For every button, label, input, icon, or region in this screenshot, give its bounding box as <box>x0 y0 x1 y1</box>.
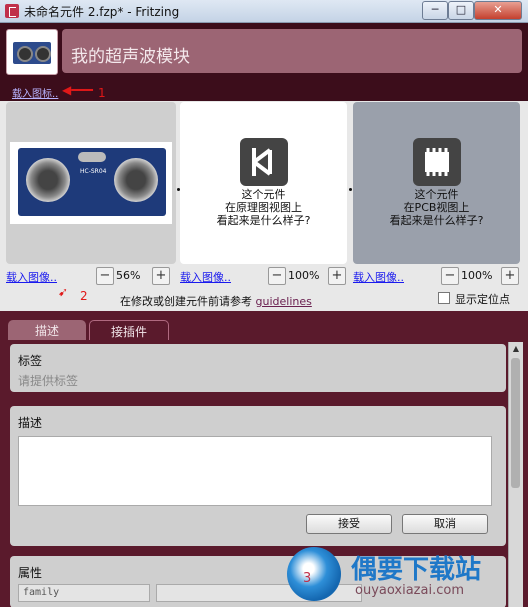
title-bar: 未命名元件 2.fzp* - Fritzing ─ □ ✕ <box>0 0 528 23</box>
description-textarea[interactable] <box>18 436 492 506</box>
tags-section: 标签 请提供标签 <box>10 344 506 392</box>
annotation-number-1: 1 <box>98 86 106 100</box>
breadboard-load-image-link[interactable]: 载入图像.. <box>6 269 57 285</box>
zoom-level: 100% <box>461 269 493 282</box>
part-header: 我的超声波模块 载入图标.. ◀━━━ 1 <box>0 23 528 101</box>
pcb-icon <box>413 138 461 186</box>
zoom-in-button[interactable]: + <box>152 267 170 285</box>
accept-button[interactable]: 接受 <box>306 514 392 534</box>
description-label: 描述 <box>18 416 43 430</box>
show-anchor-label: 显示定位点 <box>455 293 510 306</box>
schematic-icon <box>240 138 288 186</box>
zoom-out-button[interactable]: − <box>441 267 459 285</box>
part-icon-thumbnail[interactable] <box>6 29 58 75</box>
zoom-out-button[interactable]: − <box>96 267 114 285</box>
sensor-left-icon <box>17 46 33 62</box>
fritzing-app-icon <box>5 4 19 18</box>
breadboard-controls: 载入图像.. − 56% + <box>6 267 176 285</box>
cancel-button[interactable]: 取消 <box>402 514 488 534</box>
pcb-prompt-line3: 看起来是什么样子? <box>389 214 484 227</box>
views-panel: HC-SR04 这个元件 在原理图视图上 看起来是什么样子? 这个元件 在PCB… <box>0 101 528 311</box>
guideline-note: 在修改或创建元件前请参考 guidelines <box>120 293 312 309</box>
close-button[interactable]: ✕ <box>474 1 522 20</box>
pcb-load-image-link[interactable]: 载入图像.. <box>353 269 404 285</box>
schematic-view-card[interactable]: 这个元件 在原理图视图上 看起来是什么样子? <box>180 102 347 264</box>
maximize-button[interactable]: □ <box>448 1 474 20</box>
divider-dot <box>349 188 352 191</box>
schematic-prompt-line1: 这个元件 <box>241 188 286 201</box>
window-title: 未命名元件 2.fzp* - Fritzing <box>24 5 180 19</box>
annotation-number-3: 3 <box>303 571 312 586</box>
schematic-prompt-line3: 看起来是什么样子? <box>216 214 311 227</box>
guideline-text: 在修改或创建元件前请参考 <box>120 295 256 308</box>
schematic-prompt: 这个元件 在原理图视图上 看起来是什么样子? <box>180 188 347 227</box>
part-name-field[interactable]: 我的超声波模块 <box>62 29 522 73</box>
zoom-out-button[interactable]: − <box>268 267 286 285</box>
tab-description[interactable]: 描述 <box>8 320 86 342</box>
zoom-level: 56% <box>116 269 141 282</box>
hc-sr04-board: HC-SR04 <box>18 148 166 216</box>
property-name-field[interactable]: family <box>18 584 150 602</box>
minimize-button[interactable]: ─ <box>422 1 448 20</box>
annotation-number-2: 2 <box>80 289 88 303</box>
schematic-prompt-line2: 在原理图视图上 <box>225 201 302 214</box>
zoom-in-button[interactable]: + <box>328 267 346 285</box>
pcb-prompt-line1: 这个元件 <box>414 188 459 201</box>
pcb-controls: 载入图像.. − 100% + <box>353 267 520 285</box>
watermark-title: 偶要下载站 <box>351 555 482 585</box>
pcb-view-card[interactable]: 这个元件 在PCB视图上 看起来是什么样子? <box>353 102 520 264</box>
description-section: 描述 接受 取消 <box>10 406 506 546</box>
transducer-left-icon <box>26 158 70 202</box>
zoom-in-button[interactable]: + <box>501 267 519 285</box>
annotation-arrow-1-icon: ◀━━━ <box>62 83 93 97</box>
transducer-right-icon <box>114 158 158 202</box>
editor-window: 未命名元件 2.fzp* - Fritzing ─ □ ✕ 我的超声波模块 载入… <box>0 0 528 607</box>
guidelines-link[interactable]: guidelines <box>256 295 312 308</box>
schematic-load-image-link[interactable]: 载入图像.. <box>180 269 231 285</box>
pcb-prompt-line2: 在PCB视图上 <box>403 201 470 214</box>
annotation-arrow-2-icon: ➹ <box>58 285 69 299</box>
breadboard-image: HC-SR04 <box>10 142 172 224</box>
properties-label: 属性 <box>18 566 43 580</box>
show-anchor-checkbox[interactable]: 显示定位点 <box>438 291 510 307</box>
watermark: 3 偶要下载站 ouyaoxiazai.com <box>285 545 525 605</box>
part-name: 我的超声波模块 <box>71 47 190 67</box>
zoom-level: 100% <box>288 269 320 282</box>
sensor-right-icon <box>35 46 51 62</box>
tags-input[interactable]: 请提供标签 <box>18 372 78 389</box>
crystal-icon <box>78 152 106 162</box>
load-icon-link[interactable]: 载入图标.. <box>12 85 58 100</box>
board-label: HC-SR04 <box>80 168 107 175</box>
pcb-prompt: 这个元件 在PCB视图上 看起来是什么样子? <box>353 188 520 227</box>
watermark-logo-icon <box>287 547 341 601</box>
checkbox-box[interactable] <box>438 292 450 304</box>
scrollbar-thumb[interactable] <box>511 358 520 488</box>
tags-label: 标签 <box>18 354 43 368</box>
watermark-url: ouyaoxiazai.com <box>355 583 464 598</box>
breadboard-view-card[interactable]: HC-SR04 <box>6 102 176 264</box>
schematic-controls: 载入图像.. − 100% + <box>180 267 347 285</box>
scroll-up-icon[interactable]: ▲ <box>509 342 523 356</box>
